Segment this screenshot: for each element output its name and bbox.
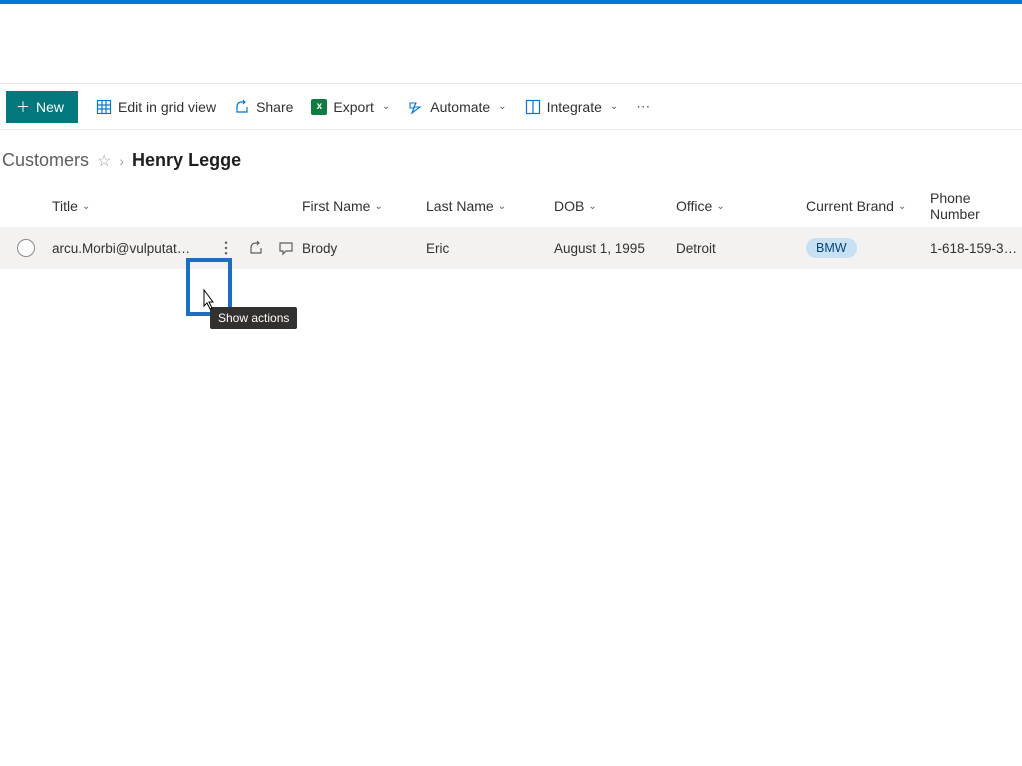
chevron-down-icon: ⌄ — [382, 101, 390, 112]
cell-phone-number: 1-618-159-3521 — [930, 241, 1022, 256]
automate-button[interactable]: Automate ⌄ — [408, 99, 506, 115]
automate-label: Automate — [430, 99, 490, 115]
chevron-down-icon: ⌄ — [898, 201, 906, 212]
row-select-radio[interactable] — [17, 239, 35, 257]
plus-icon: ＋ — [16, 97, 30, 117]
breadcrumb-current: Henry Legge — [132, 150, 241, 171]
table-header-row: Title ⌄ First Name ⌄ Last Name ⌄ DOB ⌄ O… — [0, 185, 1022, 227]
cell-office: Detroit — [676, 241, 806, 256]
more-actions-button[interactable]: ⋯ — [636, 98, 650, 115]
share-icon — [234, 99, 250, 115]
cell-dob: August 1, 1995 — [554, 241, 676, 256]
chevron-down-icon: ⌄ — [588, 201, 596, 212]
column-header-dob[interactable]: DOB ⌄ — [554, 198, 676, 214]
column-header-first-name[interactable]: First Name ⌄ — [302, 198, 426, 214]
new-button[interactable]: ＋ New — [6, 91, 78, 123]
share-button[interactable]: Share — [234, 99, 293, 115]
integrate-button[interactable]: Integrate ⌄ — [525, 99, 619, 115]
column-header-label: Office — [676, 198, 712, 214]
column-header-label: Last Name — [426, 198, 494, 214]
column-header-last-name[interactable]: Last Name ⌄ — [426, 198, 554, 214]
column-header-title[interactable]: Title ⌄ — [52, 198, 302, 214]
header-region — [0, 4, 1022, 84]
breadcrumb: Customers ☆ › Henry Legge — [0, 130, 1022, 185]
column-header-label: First Name — [302, 198, 370, 214]
integrate-icon — [525, 99, 541, 115]
row-share-icon[interactable] — [248, 240, 264, 256]
edit-in-grid-view-label: Edit in grid view — [118, 99, 216, 115]
ellipsis-icon: ⋯ — [636, 98, 650, 115]
cell-first-name: Brody — [302, 241, 426, 256]
row-comment-icon[interactable] — [278, 240, 294, 256]
star-icon[interactable]: ☆ — [97, 151, 111, 171]
table-row[interactable]: arcu.Morbi@vulputatedui... Brody Eric Au… — [0, 227, 1022, 269]
share-label: Share — [256, 99, 293, 115]
column-header-label: DOB — [554, 198, 584, 214]
export-button[interactable]: x Export ⌄ — [311, 99, 390, 115]
breadcrumb-parent[interactable]: Customers — [2, 150, 89, 171]
excel-icon: x — [311, 99, 327, 115]
column-header-office[interactable]: Office ⌄ — [676, 198, 806, 214]
tooltip: Show actions — [210, 307, 297, 329]
chevron-down-icon: ⌄ — [82, 201, 90, 212]
breadcrumb-separator: › — [119, 153, 124, 169]
list-view: Title ⌄ First Name ⌄ Last Name ⌄ DOB ⌄ O… — [0, 185, 1022, 269]
column-header-label: Current Brand — [806, 198, 894, 214]
column-header-label: Title — [52, 198, 78, 214]
cell-last-name: Eric — [426, 241, 554, 256]
grid-icon — [96, 99, 112, 115]
brand-pill[interactable]: BMW — [806, 238, 857, 258]
integrate-label: Integrate — [547, 99, 602, 115]
column-header-current-brand[interactable]: Current Brand ⌄ — [806, 198, 930, 214]
chevron-down-icon: ⌄ — [498, 101, 506, 112]
column-header-phone-number[interactable]: Phone Number — [930, 190, 1022, 222]
chevron-down-icon: ⌄ — [610, 101, 618, 112]
chevron-down-icon: ⌄ — [716, 201, 724, 212]
cell-current-brand: BMW — [806, 238, 930, 258]
command-bar: ＋ New Edit in grid view Share x Export ⌄… — [0, 84, 1022, 130]
chevron-down-icon: ⌄ — [374, 201, 382, 212]
chevron-down-icon: ⌄ — [498, 201, 506, 212]
new-button-label: New — [36, 99, 64, 115]
cell-title[interactable]: arcu.Morbi@vulputatedui... — [52, 241, 192, 256]
edit-in-grid-view-button[interactable]: Edit in grid view — [96, 99, 216, 115]
row-show-actions-button[interactable] — [218, 240, 234, 256]
automate-icon — [408, 99, 424, 115]
export-label: Export — [333, 99, 373, 115]
column-header-label: Phone Number — [930, 190, 1022, 222]
